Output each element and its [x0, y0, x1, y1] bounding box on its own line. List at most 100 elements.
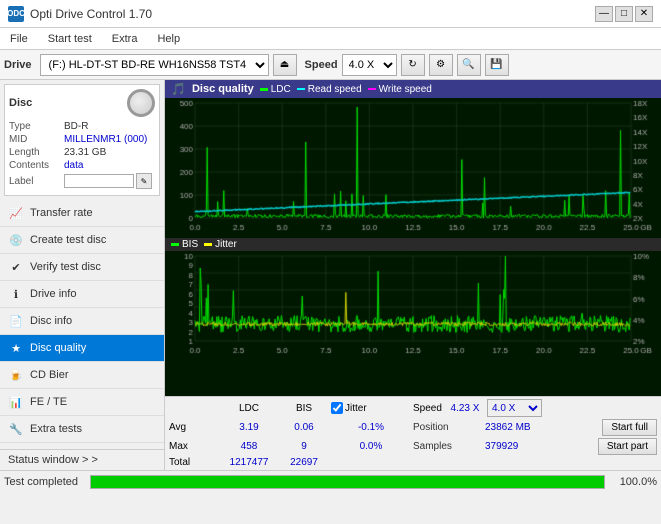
label-edit-button[interactable]: ✎	[136, 173, 152, 189]
avg-ldc: 3.19	[221, 422, 277, 433]
legend-read-speed: Read speed	[297, 84, 362, 95]
bis-chart	[165, 251, 661, 361]
menu-help[interactable]: Help	[151, 31, 186, 47]
status-text: Test completed	[4, 476, 78, 488]
sidebar-item-create-test-disc[interactable]: 💿 Create test disc	[0, 227, 164, 254]
title-bar-left: ODC Opti Drive Control 1.70	[8, 6, 152, 22]
samples-value: 379929	[485, 441, 518, 452]
verify-disc-label: Verify test disc	[30, 261, 101, 273]
ldc-chart	[165, 98, 661, 238]
max-bis: 9	[279, 441, 329, 452]
jitter-color	[204, 243, 212, 246]
menu-file[interactable]: File	[4, 31, 34, 47]
menu-start-test[interactable]: Start test	[42, 31, 98, 47]
nav-items: 📈 Transfer rate 💿 Create test disc ✔ Ver…	[0, 200, 164, 443]
title-bar: ODC Opti Drive Control 1.70 — □ ✕	[0, 0, 661, 28]
jitter-col-header: Jitter	[345, 403, 367, 414]
config-button[interactable]: ⚙	[429, 54, 453, 76]
stats-panel: LDC BIS Jitter Speed 4.23 X 4.0 X Avg 3.…	[165, 396, 661, 470]
legend-bis: BIS	[171, 239, 198, 250]
label-input[interactable]	[64, 174, 134, 188]
speed-avg-value: 4.23 X	[445, 403, 485, 414]
position-label: Position	[413, 422, 483, 433]
avg-jitter: -0.1%	[331, 422, 411, 433]
sidebar-item-drive-info[interactable]: ℹ Drive info	[0, 281, 164, 308]
maximize-button[interactable]: □	[615, 6, 633, 22]
speed-select[interactable]: 4.0 X	[342, 54, 397, 76]
sidebar-item-fe-te[interactable]: 📊 FE / TE	[0, 389, 164, 416]
sidebar-item-extra-tests[interactable]: 🔧 Extra tests	[0, 416, 164, 443]
drive-label: Drive	[4, 59, 32, 71]
stats-header-row: LDC BIS Jitter Speed 4.23 X 4.0 X	[169, 399, 657, 417]
status-window-label: Status window > >	[8, 454, 98, 466]
drive-info-label: Drive info	[30, 288, 76, 300]
menu-extra[interactable]: Extra	[106, 31, 144, 47]
sidebar-item-verify-test-disc[interactable]: ✔ Verify test disc	[0, 254, 164, 281]
jitter-label: Jitter	[215, 239, 237, 250]
save-button[interactable]: 💾	[485, 54, 509, 76]
cd-bier-label: CD Bier	[30, 369, 69, 381]
chart-title-icon: 🎵	[171, 82, 186, 96]
status-percent: 100.0%	[617, 476, 657, 488]
start-part-button[interactable]: Start part	[598, 438, 657, 455]
jitter-checkbox[interactable]	[331, 402, 343, 414]
scan-button[interactable]: 🔍	[457, 54, 481, 76]
disc-panel-title: Disc	[9, 97, 32, 109]
close-button[interactable]: ✕	[635, 6, 653, 22]
disc-info-label: Disc info	[30, 315, 72, 327]
ldc-col-header: LDC	[221, 403, 277, 414]
sidebar: Disc Type BD-R MID MILLENMR1 (000) Lengt…	[0, 80, 165, 470]
bis-label: BIS	[182, 239, 198, 250]
disc-type-row: Type BD-R	[9, 121, 155, 132]
progress-bar-container	[90, 475, 605, 489]
total-row: Total 1217477 22697	[169, 457, 657, 468]
create-disc-icon: 💿	[8, 232, 24, 248]
drive-info-icon: ℹ	[8, 286, 24, 302]
status-window-button[interactable]: Status window > >	[0, 449, 164, 470]
eject-button[interactable]: ⏏	[273, 54, 297, 76]
avg-row: Avg 3.19 0.06 -0.1% Position 23862 MB St…	[169, 419, 657, 436]
content-area: 🎵 Disc quality LDC Read speed Write spee…	[165, 80, 661, 470]
write-speed-label: Write speed	[379, 84, 432, 95]
type-label: Type	[9, 121, 64, 132]
length-value: 23.31 GB	[64, 147, 155, 158]
jitter-checkbox-area: Jitter	[331, 402, 411, 414]
transfer-rate-icon: 📈	[8, 205, 24, 221]
speed-target-select[interactable]: 4.0 X	[487, 399, 542, 417]
contents-label: Contents	[9, 160, 64, 171]
write-speed-color	[368, 88, 376, 90]
sidebar-item-disc-info[interactable]: 📄 Disc info	[0, 308, 164, 335]
minimize-button[interactable]: —	[595, 6, 613, 22]
verify-disc-icon: ✔	[8, 259, 24, 275]
label-label: Label	[9, 176, 64, 187]
sidebar-item-cd-bier[interactable]: 🍺 CD Bier	[0, 362, 164, 389]
drive-select[interactable]: (F:) HL-DT-ST BD-RE WH16NS58 TST4	[40, 54, 269, 76]
refresh-button[interactable]: ↻	[401, 54, 425, 76]
legend-jitter: Jitter	[204, 239, 237, 250]
speed-label: Speed	[305, 59, 338, 71]
max-label: Max	[169, 441, 219, 452]
bis-col-header: BIS	[279, 403, 329, 414]
disc-mid-row: MID MILLENMR1 (000)	[9, 134, 155, 145]
samples-label: Samples	[413, 441, 483, 452]
create-disc-label: Create test disc	[30, 234, 106, 246]
max-jitter: 0.0%	[331, 441, 411, 452]
sidebar-item-disc-quality[interactable]: ★ Disc quality	[0, 335, 164, 362]
sidebar-item-transfer-rate[interactable]: 📈 Transfer rate	[0, 200, 164, 227]
bis-color	[171, 243, 179, 246]
bis-chart-header: BIS Jitter	[165, 238, 661, 251]
chart-header: 🎵 Disc quality LDC Read speed Write spee…	[165, 80, 661, 98]
window-controls: — □ ✕	[595, 6, 653, 22]
disc-panel: Disc Type BD-R MID MILLENMR1 (000) Lengt…	[4, 84, 160, 196]
max-row: Max 458 9 0.0% Samples 379929 Start part	[169, 438, 657, 455]
cd-bier-icon: 🍺	[8, 367, 24, 383]
disc-label-row: Label ✎	[9, 173, 155, 189]
chart-title: Disc quality	[192, 83, 254, 95]
start-full-button[interactable]: Start full	[602, 419, 657, 436]
contents-value: data	[64, 160, 155, 171]
avg-bis: 0.06	[279, 422, 329, 433]
type-value: BD-R	[64, 121, 155, 132]
read-speed-label: Read speed	[308, 84, 362, 95]
ldc-color	[260, 88, 268, 91]
disc-contents-row: Contents data	[9, 160, 155, 171]
